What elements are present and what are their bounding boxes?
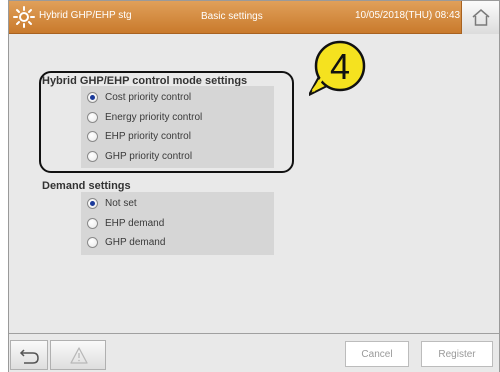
demand-settings-title: Demand settings	[42, 180, 131, 192]
warning-icon	[70, 347, 88, 364]
footer-bar: Cancel Register	[9, 333, 499, 372]
radio-label: GHP demand	[105, 236, 166, 248]
home-icon	[472, 9, 490, 26]
radio-option-ehp-demand[interactable]: EHP demand	[87, 214, 164, 232]
cancel-button[interactable]: Cancel	[345, 341, 409, 367]
warning-button[interactable]	[50, 340, 106, 370]
app-title: Hybrid GHP/EHP stg	[39, 10, 132, 21]
screen-title: Basic settings	[201, 11, 263, 22]
settings-content: Hybrid GHP/EHP control mode settings Cos…	[9, 35, 499, 331]
radio-option-not-set[interactable]: Not set	[87, 194, 137, 212]
radio-option-ghp-demand[interactable]: GHP demand	[87, 233, 165, 251]
radio-button[interactable]	[87, 236, 98, 248]
register-button[interactable]: Register	[421, 341, 493, 367]
highlight-outline	[39, 71, 294, 173]
radio-label: EHP demand	[105, 217, 165, 229]
radio-button-selected[interactable]	[87, 197, 98, 209]
datetime-display: 10/05/2018(THU) 08:43	[355, 10, 461, 21]
callout-number: 4	[330, 46, 350, 87]
home-button[interactable]	[461, 1, 499, 34]
header-bar: Hybrid GHP/EHP stg Basic settings 10/05/…	[9, 1, 499, 34]
radio-button[interactable]	[87, 217, 98, 229]
app-window: Hybrid GHP/EHP stg Basic settings 10/05/…	[8, 0, 500, 372]
radio-label: Not set	[105, 197, 137, 209]
back-arrow-icon	[19, 349, 39, 364]
sun-icon	[13, 6, 35, 28]
demand-options: Not set EHP demand GHP demand	[81, 192, 274, 255]
callout-badge: 4	[309, 40, 366, 96]
back-button[interactable]	[10, 340, 48, 370]
